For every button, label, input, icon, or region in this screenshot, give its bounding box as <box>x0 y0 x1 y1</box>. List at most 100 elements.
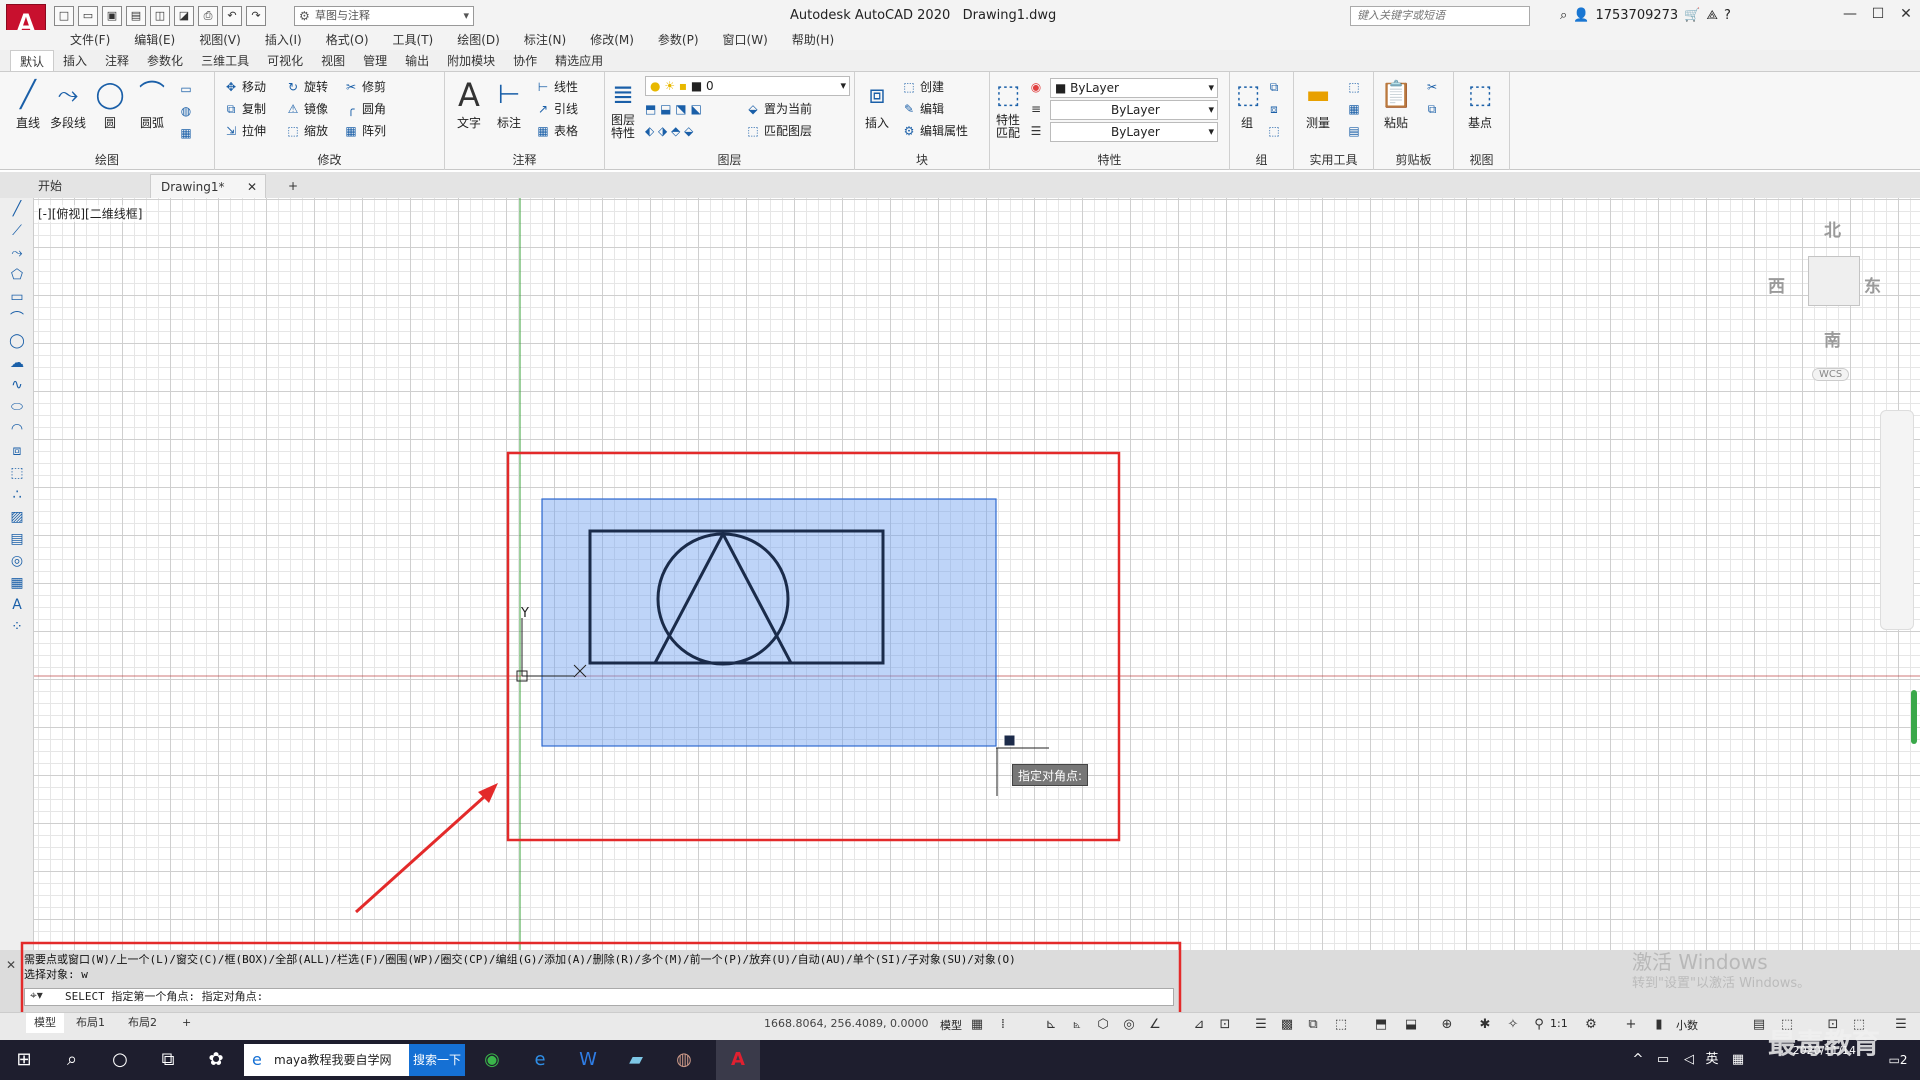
selection-filter-icon[interactable]: ⬓ <box>1400 1015 1422 1035</box>
save-web-icon[interactable]: ◪ <box>174 6 194 26</box>
ortho-icon[interactable]: ⊾ <box>1040 1015 1062 1035</box>
save-icon[interactable]: ▣ <box>102 6 122 26</box>
isolate-icon[interactable]: ▮ <box>1648 1015 1670 1035</box>
menu-edit[interactable]: 编辑(E) <box>122 30 187 50</box>
menu-view[interactable]: 视图(V) <box>187 30 253 50</box>
tab-collaborate[interactable]: 协作 <box>504 50 546 71</box>
cortana-icon[interactable]: ○ <box>96 1040 144 1080</box>
layer-properties-button[interactable]: ≣ 图层 特性 <box>605 78 641 140</box>
open-icon[interactable]: ▭ <box>78 6 98 26</box>
annotation-panel-title[interactable]: 注释 <box>445 151 604 168</box>
help-icon[interactable]: ? <box>1724 8 1731 23</box>
view-panel-title[interactable]: 视图 <box>1454 151 1509 168</box>
polyline-button[interactable]: ⤳ 多段线 <box>48 78 88 131</box>
add-selected-icon[interactable]: ⁘ <box>0 616 34 638</box>
block-panel-title[interactable]: 块 <box>855 151 989 168</box>
edit-attributes-button[interactable]: ⚙ 编辑属性 <box>901 122 968 140</box>
maximize-icon[interactable]: ☐ <box>1864 0 1892 28</box>
ungroup-icon[interactable]: ⧉ <box>1266 78 1285 96</box>
navigation-bar[interactable] <box>1880 410 1914 630</box>
group-select-icon[interactable]: ⬚ <box>1266 122 1285 140</box>
cut-icon[interactable]: ✂ <box>1424 78 1443 96</box>
menu-file[interactable]: 文件(F) <box>58 30 122 50</box>
polar-icon[interactable]: ⦝ <box>1066 1015 1088 1035</box>
insert-block-button[interactable]: ⧈ 插入 <box>857 78 897 131</box>
circle-button[interactable]: ◯ 圆 <box>90 78 130 131</box>
annotation-visibility-icon[interactable]: ✱ <box>1474 1015 1496 1035</box>
utilities-panel-title[interactable]: 实用工具 <box>1294 151 1373 168</box>
gradient-tool-icon[interactable]: ▤ <box>0 528 34 550</box>
dimension-button[interactable]: ⊢ 标注 <box>489 78 529 131</box>
annotation-scale-icon[interactable]: ⚲ <box>1528 1015 1550 1035</box>
polyline-tool-icon[interactable]: ⤳ <box>0 242 34 264</box>
browser-search-input[interactable]: maya教程我要自学网 <box>244 1044 409 1076</box>
layer-tools-row1[interactable]: ⬒ ⬓ ⬔ ⬕ <box>645 100 702 118</box>
dynucs-icon[interactable]: ⊿ <box>1188 1015 1210 1035</box>
edit-block-button[interactable]: ✎ 编辑 <box>901 100 944 118</box>
wps-icon[interactable]: W <box>566 1040 610 1080</box>
ellipse-icon[interactable]: ⬭ <box>0 396 34 418</box>
polygon-icon[interactable]: ⬠ <box>0 264 34 286</box>
stretch-button[interactable]: ⇲ 拉伸 <box>223 122 266 140</box>
minimize-icon[interactable]: — <box>1836 0 1864 28</box>
windows-start-icon[interactable]: ⊞ <box>0 1040 48 1080</box>
undo-icon[interactable]: ↶ <box>222 6 242 26</box>
360-browser-icon[interactable]: ◉ <box>470 1040 514 1080</box>
network-icon[interactable]: ▭ <box>1652 1040 1674 1080</box>
notes-icon[interactable]: ▰ <box>614 1040 658 1080</box>
make-block-icon[interactable]: ⬚ <box>0 462 34 484</box>
base-view-button[interactable]: ⬚ 基点 <box>1460 78 1500 131</box>
isodraft-icon[interactable]: ⬡ <box>1092 1015 1114 1035</box>
start-tab[interactable]: 开始 <box>28 174 72 198</box>
snap-icon[interactable]: ⁞ <box>992 1015 1014 1035</box>
ellipse-arc-icon[interactable]: ◠ <box>0 418 34 440</box>
paste-button[interactable]: 📋 粘贴 <box>1376 78 1416 131</box>
arc-tool-icon[interactable]: ⌒ <box>0 308 34 330</box>
help-search-input[interactable]: 键入关键字或短语 <box>1350 6 1530 26</box>
binoculars-icon[interactable]: ⌕ <box>1560 8 1567 23</box>
compass-north[interactable]: 北 <box>1824 216 1841 241</box>
tab-addins[interactable]: 附加模块 <box>438 50 504 71</box>
leader-button[interactable]: ↗ 引线 <box>535 100 578 118</box>
quick-select-icon[interactable]: ⬚ <box>1346 78 1365 96</box>
auto-scale-icon[interactable]: ✧ <box>1502 1015 1524 1035</box>
cart-icon[interactable]: 🛒 <box>1684 8 1700 23</box>
table-tool-icon[interactable]: ▦ <box>0 572 34 594</box>
region-icon[interactable]: ◎ <box>0 550 34 572</box>
menu-parametric[interactable]: 参数(P) <box>646 30 711 50</box>
command-close-icon[interactable]: ✕ <box>6 958 16 972</box>
group-button[interactable]: ⬚ 组 <box>1232 78 1262 131</box>
model-space-button[interactable]: 模型 <box>940 1017 962 1033</box>
lineweight-dropdown[interactable]: ByLayer <box>1050 122 1218 142</box>
layout-tab-model[interactable]: 模型 <box>26 1013 64 1033</box>
menu-tools[interactable]: 工具(T) <box>381 30 446 50</box>
menu-window[interactable]: 窗口(W) <box>711 30 780 50</box>
plot-icon[interactable]: ⎙ <box>198 6 218 26</box>
group-edit-icon[interactable]: ⧈ <box>1266 100 1285 118</box>
linetype-icon[interactable]: ≡ <box>1028 100 1047 118</box>
selection-cycling-icon[interactable]: ⧉ <box>1302 1015 1324 1035</box>
groups-panel-title[interactable]: 组 <box>1230 151 1293 168</box>
open-web-icon[interactable]: ◫ <box>150 6 170 26</box>
customization-icon[interactable]: ☰ <box>1890 1015 1912 1035</box>
copy-clip-icon[interactable]: ⧉ <box>1424 100 1443 118</box>
revcloud-icon[interactable]: ☁ <box>0 352 34 374</box>
clipboard-panel-title[interactable]: 剪贴板 <box>1374 151 1453 168</box>
mtext-icon[interactable]: A <box>0 594 34 616</box>
quick-properties-icon[interactable]: ▤ <box>1748 1015 1770 1035</box>
annotation-monitor-icon[interactable]: ⬒ <box>1370 1015 1392 1035</box>
spline-icon[interactable]: ∿ <box>0 374 34 396</box>
new-tab-icon[interactable]: + <box>278 174 308 198</box>
menu-modify[interactable]: 修改(M) <box>578 30 646 50</box>
transparency-icon[interactable]: ▩ <box>1276 1015 1298 1035</box>
layers-panel-title[interactable]: 图层 <box>605 151 854 168</box>
text-button[interactable]: A 文字 <box>449 78 489 131</box>
otrack-icon[interactable]: ∠ <box>1144 1015 1166 1035</box>
cube-face[interactable] <box>1808 256 1860 306</box>
3d-osnap-icon[interactable]: ⬚ <box>1330 1015 1352 1035</box>
new-icon[interactable]: □ <box>54 6 74 26</box>
rectangle-icon[interactable]: ▭ <box>178 80 197 98</box>
media-icon[interactable]: ◍ <box>662 1040 706 1080</box>
linetype-dropdown[interactable]: ByLayer <box>1050 100 1218 120</box>
notification-center[interactable]: ▭2 <box>1880 1040 1916 1080</box>
